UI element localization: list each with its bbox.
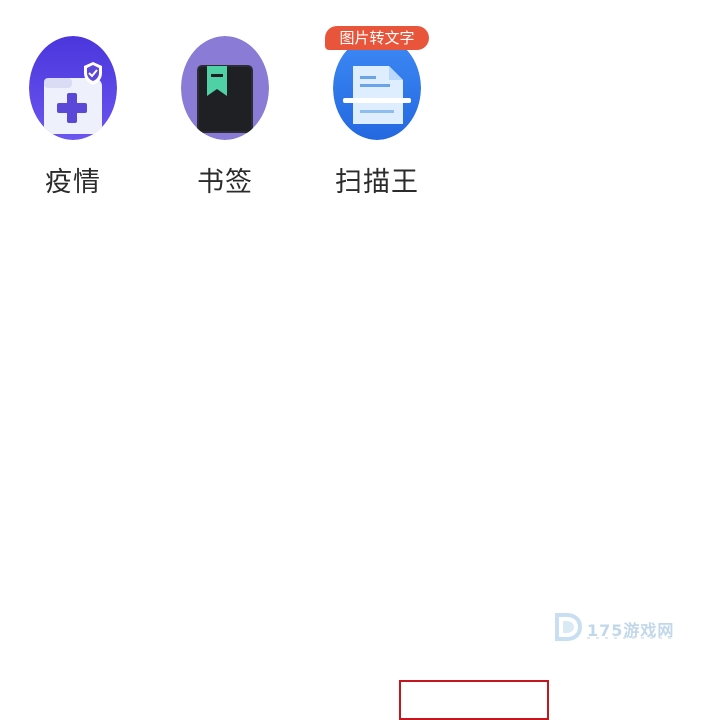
watermark-dots (587, 637, 677, 639)
app-label: 疫情 (45, 167, 101, 198)
app-tile-bookmark[interactable]: 书签 (165, 36, 285, 206)
document-scan-icon (333, 36, 421, 140)
app-label: 扫描王 (335, 167, 419, 198)
bookmark-book-icon (181, 36, 269, 140)
app-label: 书签 (197, 167, 253, 198)
app-tile-epidemic[interactable]: 疫情 (13, 36, 133, 206)
badge-tail (369, 48, 381, 50)
promo-badge-text: 图片转文字 (339, 29, 415, 47)
medical-folder-shield-icon (29, 36, 117, 140)
watermark: 175游戏网 (553, 611, 683, 645)
promo-badge: 图片转文字 (325, 26, 429, 50)
app-grid: 疫情 书签 扫描王 图片转文字 (0, 0, 720, 210)
app-tile-scanner[interactable]: 扫描王 (317, 36, 437, 206)
highlight-box (399, 680, 549, 720)
watermark-logo-icon (555, 613, 583, 641)
